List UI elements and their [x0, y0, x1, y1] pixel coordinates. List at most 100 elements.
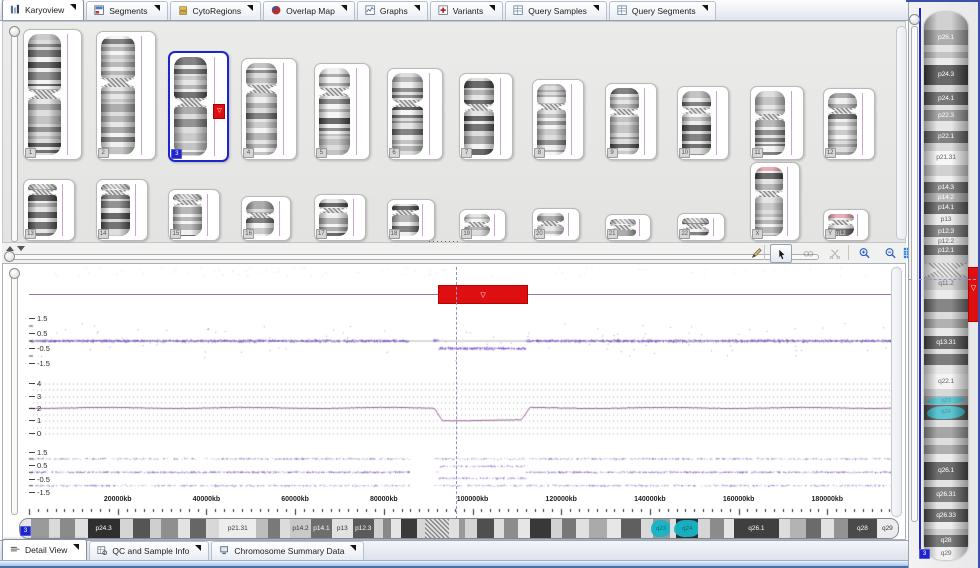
- cursor-select-icon: [775, 248, 787, 260]
- y-tick-label: -1.5: [29, 359, 50, 368]
- karyoview-panel[interactable]: 123▽45678910111213141516171819202122Xq12…: [2, 21, 906, 243]
- strip-band: [425, 519, 449, 538]
- centromere: [392, 100, 423, 107]
- overlap-map-icon: [271, 5, 283, 17]
- chromosome-card-12[interactable]: 12: [823, 88, 875, 160]
- sidebar-zoom-knob[interactable]: [909, 14, 920, 25]
- karyoview-scrollbar[interactable]: [896, 26, 907, 240]
- tab-segments[interactable]: Segments: [86, 1, 167, 20]
- detail-zoom-knob[interactable]: [4, 251, 15, 262]
- chromosome-card-14[interactable]: 14: [96, 179, 148, 241]
- chromosome-card-21[interactable]: 21: [605, 214, 651, 241]
- x-axis-label: 80000kb: [370, 496, 398, 503]
- chromosome-card-19[interactable]: 19: [459, 209, 506, 241]
- tab-corner-flag-icon[interactable]: [73, 544, 79, 550]
- chromosome-card-15[interactable]: 15: [168, 189, 220, 241]
- tab-corner-flag-icon[interactable]: [154, 5, 160, 11]
- chromosome-card-17[interactable]: 17: [314, 194, 366, 241]
- bottom-tab-qc-and-sample-info[interactable]: QC and Sample Info: [89, 541, 209, 560]
- splitter-handle[interactable]: ········: [428, 236, 460, 246]
- strip-band-p21.31: p21.31: [219, 519, 256, 538]
- tab-query-segments[interactable]: Query Segments: [609, 1, 716, 20]
- tab-corner-flag-icon[interactable]: [195, 545, 201, 551]
- edit-pencil-button[interactable]: [746, 244, 766, 261]
- strip-band: [551, 519, 562, 538]
- mini-cnv-marker[interactable]: ▽: [213, 104, 225, 119]
- strip-band-q29: q29: [877, 519, 898, 538]
- annotation-track-line: [568, 213, 569, 236]
- chromosome-card-9[interactable]: 9: [605, 83, 657, 160]
- detail-pan-slider[interactable]: [11, 270, 18, 515]
- detail-plots-canvas[interactable]: [3, 264, 907, 541]
- sidebar-chromosome-ideogram[interactable]: p26.1p24.3p24.1p22.3p22.1p21.31p14.3p14.…: [924, 12, 968, 560]
- chromosome-card-4[interactable]: 4: [241, 58, 297, 160]
- strip-band: q24: [676, 519, 699, 538]
- chromosome-card-X[interactable]: X: [750, 162, 800, 241]
- karyoview-zoom-slider[interactable]: [11, 28, 18, 242]
- chromosome-card-5[interactable]: 5: [314, 63, 370, 160]
- chromosome-card-6[interactable]: 6: [387, 68, 443, 160]
- tab-cytoregions[interactable]: CytoRegions: [170, 1, 262, 20]
- chromosome-number-badge: 3: [171, 149, 182, 159]
- tab-karyoview[interactable]: Karyoview: [2, 0, 84, 20]
- tab-graphs[interactable]: Graphs: [357, 1, 428, 20]
- bottom-tab-chromosome-summary-data[interactable]: Chromosome Summary Data: [211, 541, 364, 560]
- chromosome-card-11[interactable]: 11: [750, 86, 804, 160]
- chromosome-card-Y[interactable]: q12Y: [823, 209, 869, 241]
- chromosome-5-ideogram: [319, 68, 350, 155]
- tab-corner-flag-icon[interactable]: [414, 5, 420, 11]
- tab-overlap-map[interactable]: Overlap Map: [263, 1, 355, 20]
- scissors-button[interactable]: [824, 244, 844, 261]
- chromosome-number-badge: 20: [534, 229, 545, 239]
- detail-pan-knob[interactable]: [9, 268, 20, 279]
- detail-scrollbar[interactable]: [891, 267, 902, 517]
- tab-corner-flag-icon[interactable]: [341, 5, 347, 11]
- sidebar-band-p12.2: p12.2: [924, 237, 968, 245]
- annotation-track-line: [429, 73, 430, 155]
- qc-sample-icon: [97, 545, 109, 557]
- chromosome-card-22[interactable]: 22: [677, 213, 725, 241]
- tab-corner-flag-icon[interactable]: [593, 5, 599, 11]
- sidebar-zoom-slider[interactable]: [911, 26, 918, 522]
- tab-label: Karyoview: [25, 5, 64, 15]
- tab-corner-flag-icon[interactable]: [247, 5, 253, 11]
- chromosome-ideogram-strip[interactable]: p24.3p21.31p14.2p14.1p13p12.3q23q24q26.1…: [19, 518, 899, 539]
- strip-band: [589, 519, 607, 538]
- collapse-down-icon[interactable]: [17, 246, 25, 251]
- zoom-in-button[interactable]: [854, 244, 874, 261]
- chromosome-card-13[interactable]: 13: [23, 179, 75, 241]
- chromosome-card-16[interactable]: 16: [241, 196, 291, 241]
- detail-zoom-slider[interactable]: [5, 254, 819, 260]
- tab-corner-flag-icon[interactable]: [489, 5, 495, 11]
- chromosome-card-18[interactable]: 18: [387, 199, 435, 241]
- cnv-segment-marker[interactable]: ▽: [438, 285, 527, 304]
- tab-corner-flag-icon[interactable]: [350, 545, 356, 551]
- sidebar-cytoregion-highlight-q24: q24: [927, 405, 965, 419]
- karyoview-zoom-knob[interactable]: [9, 26, 20, 37]
- sidebar-band: [924, 502, 968, 509]
- tab-corner-flag-icon[interactable]: [702, 5, 708, 11]
- bottom-tab-detail-view[interactable]: Detail View: [2, 539, 87, 560]
- zoom-out-button[interactable]: [880, 244, 900, 261]
- sidebar-band-p24.1: p24.1: [924, 92, 968, 105]
- tab-label: Chromosome Summary Data: [234, 546, 344, 556]
- annotation-track-line: [791, 91, 792, 155]
- chromosome-number-badge: 1: [25, 148, 36, 158]
- chromosome-sidebar[interactable]: p26.1p24.3p24.1p22.3p22.1p21.31p14.3p14.…: [908, 0, 980, 568]
- link-probes-button[interactable]: [798, 244, 818, 261]
- tab-variants[interactable]: Variants: [430, 1, 504, 20]
- chromosome-card-7[interactable]: 7: [459, 73, 513, 160]
- tab-corner-flag-icon[interactable]: [70, 4, 76, 10]
- chromosome-card-2[interactable]: 2: [96, 31, 156, 160]
- tab-query-samples[interactable]: Query Samples: [505, 1, 607, 20]
- chromosome-card-3[interactable]: 3▽: [168, 51, 229, 162]
- chromosome-card-1[interactable]: 1: [23, 29, 82, 160]
- detail-view-panel[interactable]: ▽ p24.3p21.31p14.2p14.1p13p12.3q23q24q26…: [2, 263, 906, 540]
- chromosome-card-20[interactable]: 20: [532, 208, 580, 241]
- cursor-select-button[interactable]: [770, 244, 792, 263]
- sidebar-band-q26.31: q26.31: [924, 487, 968, 502]
- x-axis-label: 40000kb: [193, 496, 221, 503]
- annotation-track-line: [135, 184, 136, 236]
- chromosome-card-8[interactable]: 8: [532, 79, 584, 160]
- chromosome-card-10[interactable]: 10: [677, 86, 729, 160]
